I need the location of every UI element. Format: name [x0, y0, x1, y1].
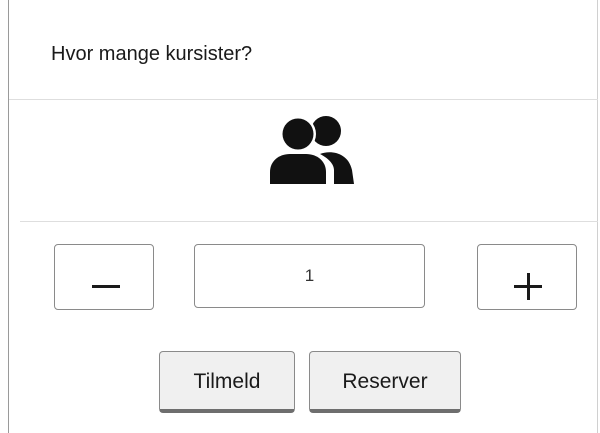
header-divider — [9, 99, 598, 100]
signup-button[interactable]: Tilmeld — [159, 351, 295, 413]
decrement-button[interactable] — [54, 244, 154, 310]
plus-icon — [478, 245, 576, 309]
dialog-header: Hvor mange kursister? — [9, 0, 598, 100]
users-icon — [264, 114, 356, 186]
participant-count-dialog: Hvor mange kursister? Tilmeld Reserver — [0, 0, 600, 433]
icon-divider — [20, 221, 598, 222]
quantity-input[interactable] — [194, 244, 425, 308]
reserve-button[interactable]: Reserver — [309, 351, 461, 413]
minus-icon — [55, 245, 153, 309]
dialog-title: Hvor mange kursister? — [51, 43, 253, 65]
increment-button[interactable] — [477, 244, 577, 310]
